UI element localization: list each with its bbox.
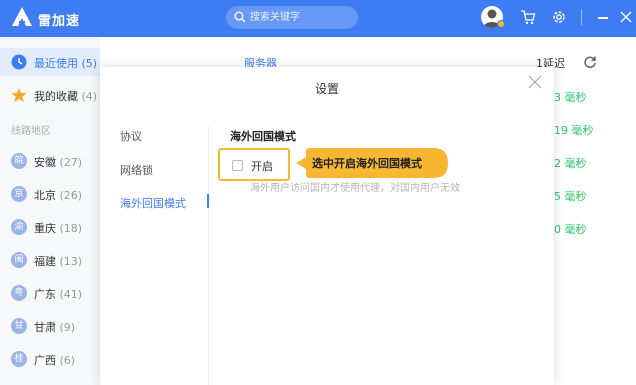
sidebar-item-region[interactable]: 桂 广西 (6) bbox=[0, 345, 100, 373]
region-section-label: 线路地区 bbox=[11, 126, 51, 137]
sidebar-item-recent[interactable]: 最近使用 (5) bbox=[0, 48, 100, 76]
section-title: 海外回国模式 bbox=[230, 130, 296, 143]
region-count: (41) bbox=[59, 288, 83, 301]
enable-option[interactable]: 开启 bbox=[218, 148, 290, 181]
latency-value: 0 毫秒 bbox=[554, 223, 587, 236]
sidebar-item-region[interactable]: 粤 广东 (41) bbox=[0, 279, 100, 307]
latency-value: 2 毫秒 bbox=[554, 157, 587, 170]
region-badge: 甘 bbox=[11, 318, 27, 334]
tab-protocol[interactable]: 协议 bbox=[120, 128, 142, 144]
dialog-title: 设置 bbox=[314, 82, 339, 96]
sidebar-item-count: (5) bbox=[81, 57, 98, 70]
sidebar-item-count: (4) bbox=[81, 90, 98, 103]
vip-badge bbox=[497, 20, 505, 28]
option-hint: 海外用户访问国内才使用代理，对国内用户无效 bbox=[250, 183, 460, 194]
gear-icon[interactable] bbox=[551, 9, 567, 25]
region-count: (18) bbox=[59, 222, 83, 235]
sidebar-item-region[interactable]: 皖 安徽 (27) bbox=[0, 147, 100, 175]
star-icon bbox=[11, 88, 27, 102]
region-label: 广东 bbox=[34, 288, 56, 301]
region-label: 重庆 bbox=[34, 222, 56, 235]
search-bar[interactable] bbox=[226, 6, 358, 29]
region-badge: 皖 bbox=[11, 153, 27, 169]
sidebar: 最近使用 (5) 我的收藏 (4) 线路地区 皖 安徽 (27) 京 北京 (2… bbox=[0, 37, 100, 385]
region-badge: 粤 bbox=[11, 285, 27, 301]
settings-dialog: 设置 协议 网络锁 海外回国模式 海外回国模式 开启 选中开启海外回国模式 海外… bbox=[100, 67, 554, 385]
region-label: 甘肃 bbox=[34, 321, 56, 334]
sidebar-item-label: 最近使用 bbox=[34, 57, 78, 70]
region-label: 北京 bbox=[34, 189, 56, 202]
sidebar-item-region[interactable]: 渝 重庆 (18) bbox=[0, 213, 100, 241]
close-icon[interactable] bbox=[528, 75, 542, 89]
callout-text: 选中开启海外回国模式 bbox=[312, 157, 422, 170]
region-count: (26) bbox=[59, 189, 83, 202]
refresh-icon[interactable] bbox=[583, 55, 597, 69]
region-label: 安徽 bbox=[34, 156, 56, 169]
enable-option-label: 开启 bbox=[251, 160, 273, 173]
region-count: (13) bbox=[59, 255, 83, 268]
latency-value: 5 毫秒 bbox=[554, 190, 587, 203]
close-window-icon[interactable] bbox=[620, 11, 632, 23]
active-tab-indicator bbox=[207, 194, 209, 208]
region-badge: 京 bbox=[11, 186, 27, 202]
sidebar-item-region[interactable]: 京 北京 (26) bbox=[0, 180, 100, 208]
region-badge: 桂 bbox=[11, 351, 27, 367]
enable-checkbox[interactable] bbox=[232, 160, 243, 171]
cart-icon[interactable] bbox=[520, 9, 536, 25]
region-badge: 闽 bbox=[11, 252, 27, 268]
minimize-button[interactable] bbox=[598, 17, 608, 19]
titlebar-divider bbox=[581, 9, 582, 25]
app-name: 雷加速 bbox=[38, 14, 81, 29]
clock-icon bbox=[11, 54, 27, 70]
latency-value: 19 毫秒 bbox=[554, 124, 594, 137]
latency-value: 3 毫秒 bbox=[554, 91, 587, 104]
tab-divider bbox=[208, 127, 209, 385]
region-count: (27) bbox=[59, 156, 83, 169]
region-label: 广西 bbox=[34, 354, 56, 367]
region-count: (9) bbox=[59, 321, 76, 334]
sidebar-item-label: 我的收藏 bbox=[34, 90, 78, 103]
tutorial-callout: 选中开启海外回国模式 bbox=[296, 148, 448, 178]
sidebar-item-favorites[interactable]: 我的收藏 (4) bbox=[0, 81, 100, 109]
sidebar-item-region[interactable]: 甘 甘肃 (9) bbox=[0, 312, 100, 340]
search-icon bbox=[234, 11, 246, 23]
tab-overseas-mode[interactable]: 海外回国模式 bbox=[120, 195, 186, 211]
region-label: 福建 bbox=[34, 255, 56, 268]
title-bar: 雷加速 bbox=[0, 0, 636, 37]
sidebar-item-region[interactable]: 闽 福建 (13) bbox=[0, 246, 100, 274]
region-count: (6) bbox=[59, 354, 76, 367]
tab-network-lock[interactable]: 网络锁 bbox=[120, 162, 153, 178]
region-badge: 渝 bbox=[11, 219, 27, 235]
search-input[interactable] bbox=[250, 9, 350, 26]
app-logo-icon bbox=[12, 7, 32, 26]
